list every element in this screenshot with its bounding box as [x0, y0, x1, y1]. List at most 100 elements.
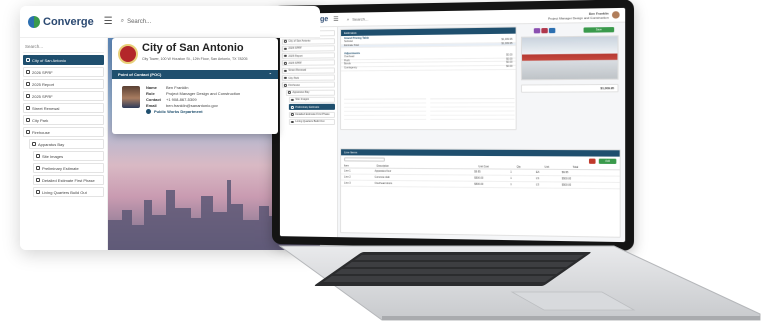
- sidebar-item-label: Living Quarters Build Out: [42, 189, 87, 195]
- table-cell: Concrete slab: [374, 175, 390, 179]
- tool-button[interactable]: [548, 27, 556, 34]
- folder-icon: [287, 91, 291, 94]
- row-value: $1,009.95: [501, 38, 513, 42]
- sidebar-item[interactable]: Street Renewal: [23, 103, 104, 113]
- column-header[interactable]: Unit Cost: [478, 165, 508, 168]
- table-row[interactable]: Line 3 Overhead doors $500.00 1 LS $500.00: [341, 180, 620, 190]
- sidebar-item[interactable]: Apparatus Bay: [285, 89, 336, 96]
- sidebar-item[interactable]: Site Images: [33, 151, 104, 161]
- poc-value[interactable]: +1 908-867-5309: [166, 97, 197, 102]
- poc-details: Name Ben Franklin Role Project Manager Desi…: [146, 84, 240, 114]
- search-placeholder: Search...: [352, 16, 369, 22]
- row-value: $0.00: [506, 62, 513, 65]
- sidebar-item[interactable]: Detailed Estimate First Phase: [33, 175, 104, 185]
- sidebar-item[interactable]: 2025 SPRF: [281, 59, 336, 67]
- sidebar-item[interactable]: City of San Antonio: [23, 55, 104, 65]
- sidebar-item[interactable]: Detailed Estimate First Phase: [288, 111, 336, 118]
- sidebar-item-label: Apparatus Bay: [38, 141, 65, 147]
- poc-header[interactable]: Point of Contact (POC) ⌃: [112, 70, 278, 79]
- user-menu[interactable]: Ben Franklin Project Manager Design and …: [548, 11, 620, 21]
- tool-button[interactable]: [541, 27, 548, 34]
- sidebar-item[interactable]: Preliminary Estimate: [288, 104, 336, 111]
- folder-icon: [290, 113, 294, 116]
- table-cell: EA: [535, 170, 540, 174]
- sidebar-item-label: Firehouse: [288, 83, 300, 87]
- folder-icon: [26, 118, 30, 122]
- folder-icon: [36, 166, 40, 170]
- subtotal-column-left: [344, 98, 427, 123]
- avatar[interactable]: [611, 11, 620, 19]
- poc-value[interactable]: ben.franklin@sanantonio.gov: [166, 103, 218, 108]
- sidebar-item[interactable]: Living Quarters Build Out: [288, 118, 336, 125]
- sidebar-item[interactable]: City of San Antonio: [281, 37, 336, 45]
- sidebar-item[interactable]: 2025 Report: [281, 52, 336, 60]
- sidebar-item-label: Firehouse: [32, 129, 50, 135]
- save-button[interactable]: Save: [583, 27, 615, 33]
- column-header[interactable]: Total: [573, 165, 604, 168]
- row-label: Estimate Total: [344, 44, 359, 47]
- folder-icon: [36, 190, 40, 194]
- folder-icon: [283, 76, 287, 80]
- sidebar-list: City of San Antonio 2026 SPRF 2025 Report 2…: [23, 55, 104, 197]
- folder-icon: [36, 178, 40, 182]
- sidebar-item-label: 2025 Report: [32, 81, 55, 87]
- sidebar-item-label: Site Images: [295, 98, 310, 102]
- hamburger-menu-icon[interactable]: ☰: [333, 16, 338, 23]
- add-button[interactable]: Add: [598, 158, 617, 164]
- sidebar-item[interactable]: City Park: [23, 115, 104, 125]
- header-search[interactable]: ⌕ Search...: [347, 16, 369, 21]
- sidebar-item[interactable]: Living Quarters Build Out: [33, 187, 104, 197]
- value-row: Contingency $0.00: [341, 65, 516, 71]
- sidebar-item[interactable]: Street Renewal: [281, 67, 336, 74]
- row-value: $0.00: [506, 65, 513, 68]
- department-badge[interactable]: Public Works Department: [146, 109, 240, 114]
- sidebar-item-label: Apparatus Bay: [292, 90, 310, 95]
- table-cell: $500.00: [561, 183, 572, 187]
- sidebar-item-label: Living Quarters Build Out: [295, 120, 325, 124]
- column-header[interactable]: Qty: [517, 165, 536, 168]
- table-cell: $500.00: [561, 177, 572, 181]
- column-header[interactable]: Item: [344, 164, 368, 167]
- column-header[interactable]: Unit: [545, 165, 564, 168]
- department-label: Public Works Department: [154, 109, 203, 114]
- sidebar-item[interactable]: 2025 SPRF: [23, 91, 104, 101]
- sidebar-item[interactable]: Apparatus Bay: [29, 139, 104, 149]
- folder-icon: [26, 70, 30, 74]
- header-search[interactable]: ⌕ Search...: [121, 18, 151, 25]
- row-label: Overhead: [344, 56, 355, 59]
- filter-input[interactable]: [344, 157, 385, 162]
- site-photo[interactable]: [520, 35, 619, 81]
- delete-button[interactable]: [588, 158, 596, 164]
- row-label: Contingency: [344, 67, 358, 70]
- table-cell: Overhead doors: [374, 181, 393, 186]
- sidebar-item-label: Preliminary Estimate: [42, 165, 79, 171]
- sidebar-item-label: City Park: [288, 76, 299, 80]
- sidebar-item[interactable]: Site Images: [288, 96, 336, 103]
- folder-icon: [26, 58, 30, 62]
- tool-button[interactable]: [533, 28, 541, 34]
- user-role: Project Manager Design and Construction: [548, 15, 609, 21]
- poc-label: Point of Contact (POC): [118, 72, 162, 77]
- sidebar: Search...City of San Antonio2026 SPRF202…: [279, 26, 339, 238]
- table-cell: $9.95: [474, 170, 481, 174]
- sidebar-item-label: 2025 Report: [288, 54, 303, 58]
- sidebar-item[interactable]: 2026 SPRF: [281, 45, 336, 52]
- sidebar-item[interactable]: City Park: [281, 74, 336, 82]
- hamburger-menu-icon[interactable]: ☰: [104, 16, 113, 27]
- sidebar-search-input[interactable]: Search...: [23, 41, 104, 53]
- table-cell: Line 2: [344, 175, 351, 179]
- sidebar-item[interactable]: Firehouse: [281, 81, 336, 89]
- column-header[interactable]: Description: [377, 164, 470, 168]
- sidebar-item-label: City of San Antonio: [288, 39, 311, 43]
- chevron-up-icon[interactable]: ⌃: [269, 72, 272, 77]
- sidebar-item-label: City of San Antonio: [32, 57, 67, 63]
- row-label: Profit: [344, 60, 350, 63]
- sidebar-item[interactable]: Preliminary Estimate: [33, 163, 104, 173]
- sidebar-item[interactable]: Firehouse: [23, 127, 104, 137]
- sidebar-item[interactable]: 2025 Report: [23, 79, 104, 89]
- city-title: City of San Antonio: [142, 42, 244, 54]
- folder-icon: [36, 154, 40, 158]
- estimate-panel: Estimates Grand Pricing Table Subtotal $1…: [340, 26, 517, 131]
- sidebar-item[interactable]: 2026 SPRF: [23, 67, 104, 77]
- folder-icon: [290, 120, 294, 124]
